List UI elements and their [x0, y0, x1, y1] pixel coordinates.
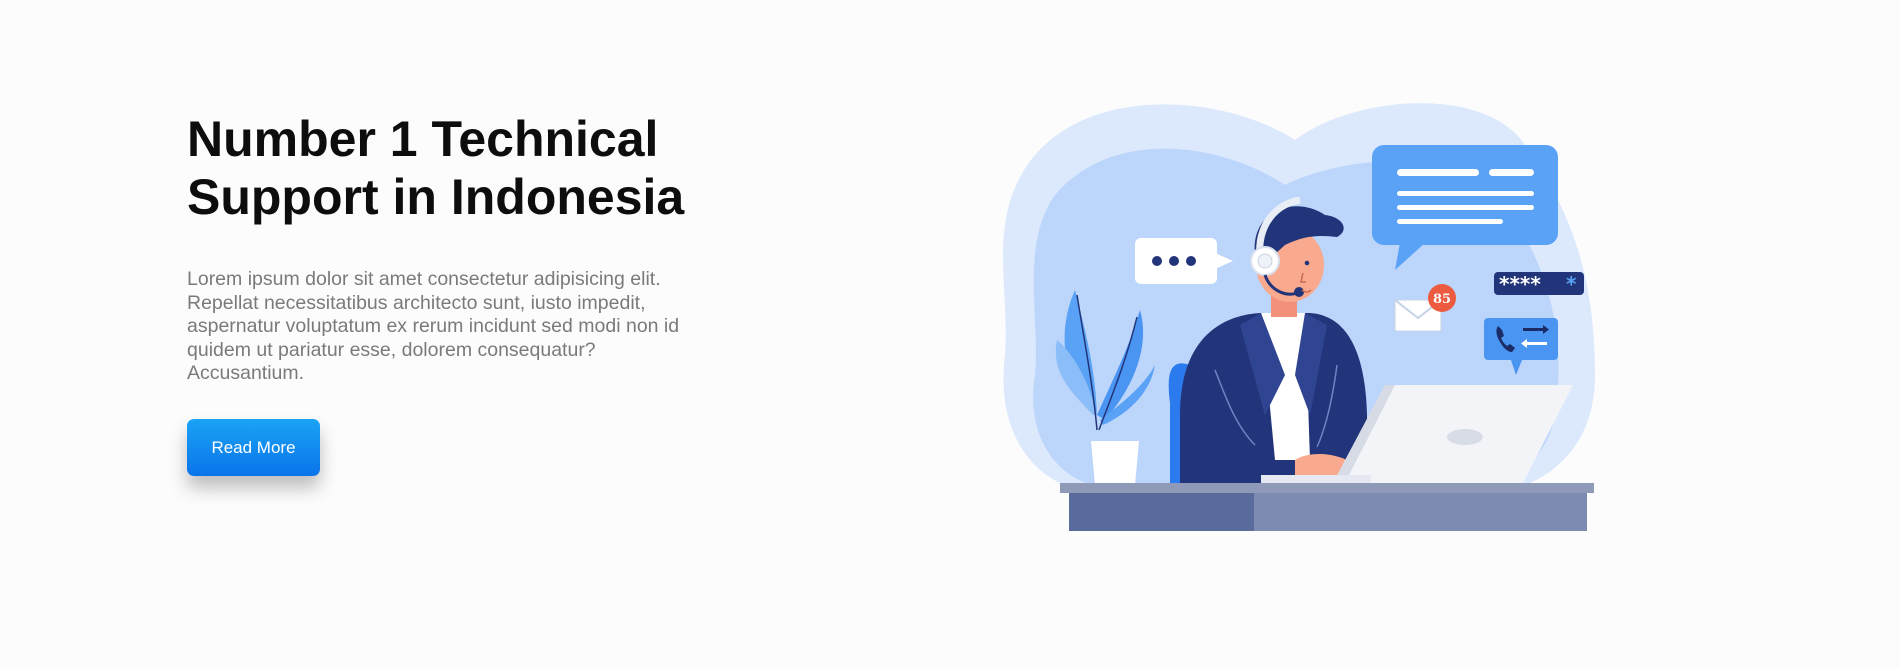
hero-title-line-2: Support in Indonesia [187, 169, 685, 225]
password-field-icon: **** * [1494, 272, 1584, 296]
hero-title-line-1: Number 1 Technical [187, 111, 659, 167]
hero-description: Lorem ipsum dolor sit amet consectetur a… [187, 268, 680, 384]
hero-text: Number 1 Technical Support in Indonesia … [187, 110, 727, 386]
mail-badge-count: 85 [1433, 292, 1451, 307]
hero-title: Number 1 Technical Support in Indonesia [187, 110, 727, 226]
password-mask: **** [1499, 272, 1541, 296]
read-more-button[interactable]: Read More [187, 419, 320, 476]
support-agent-illustration: **** * 85 [965, 85, 1635, 550]
password-mask-last: * [1566, 272, 1577, 296]
desk [1060, 483, 1594, 531]
